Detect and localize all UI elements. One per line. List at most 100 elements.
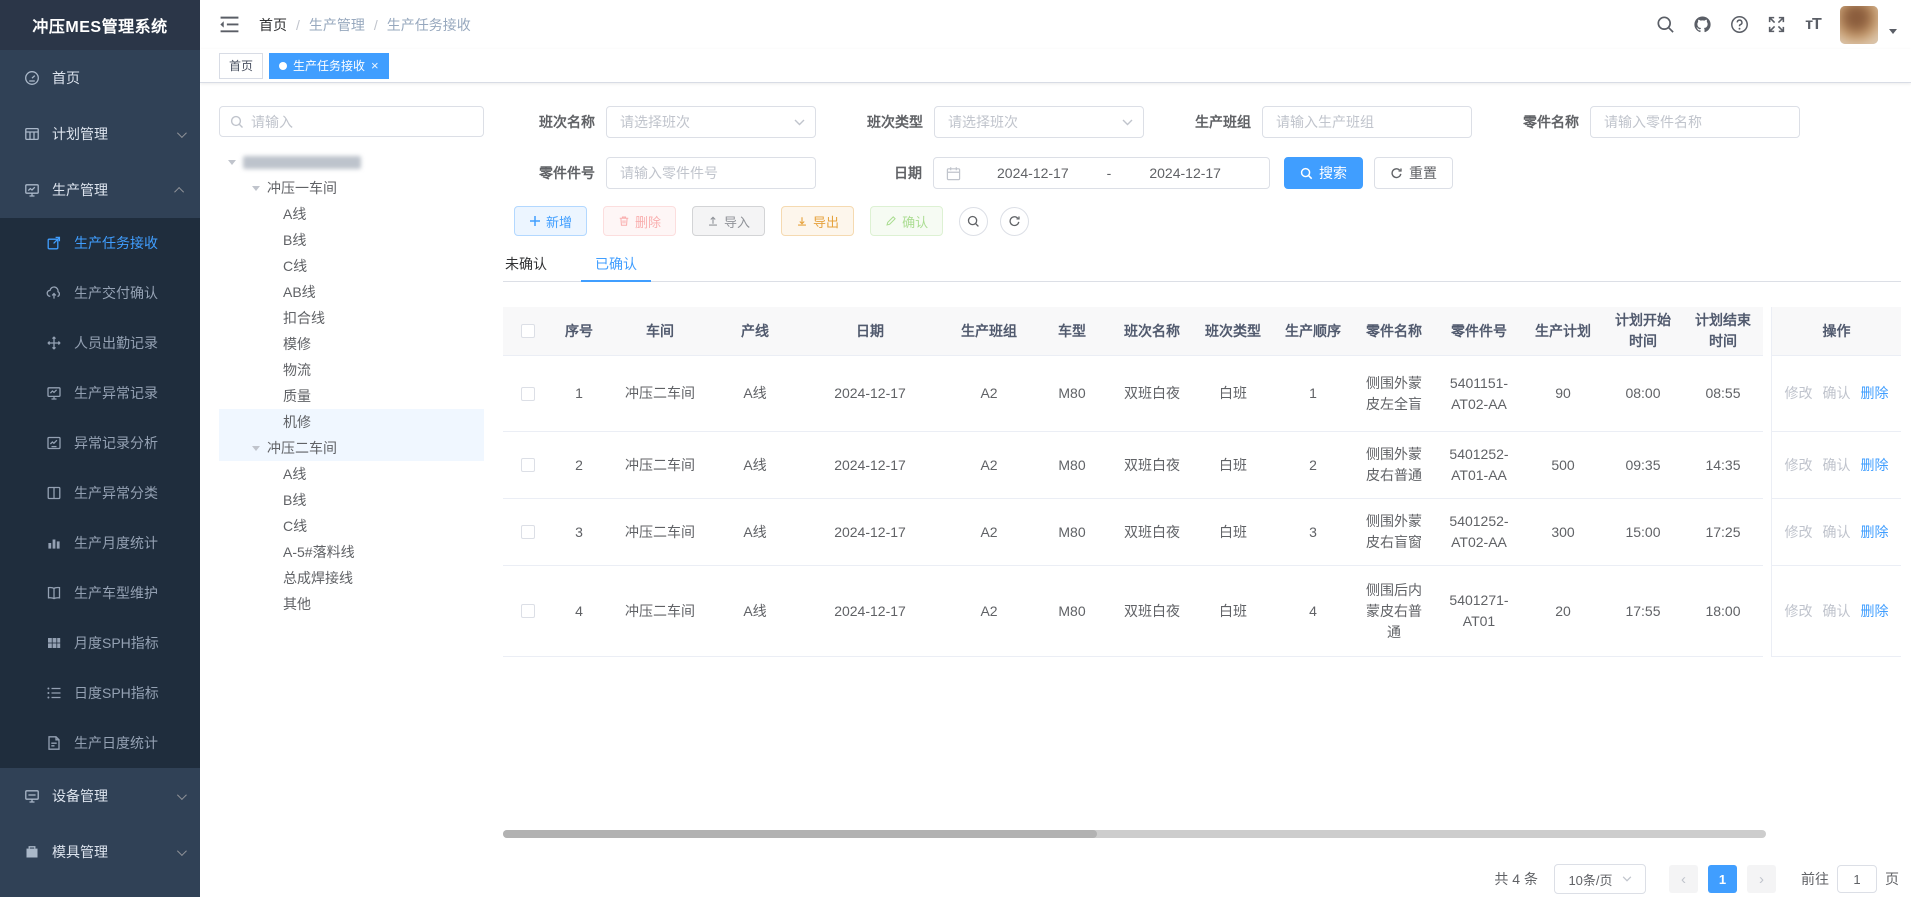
tree-node-line[interactable]: C线: [219, 513, 484, 539]
sidebar-item-attendance[interactable]: 人员出勤记录: [0, 318, 200, 368]
date-start[interactable]: 2024-12-17: [961, 165, 1105, 181]
filter-shift-name: 班次名称 请选择班次: [533, 106, 816, 138]
tree-node-line[interactable]: 总成焊接线: [219, 565, 484, 591]
sidebar-item-label: 生产交付确认: [74, 283, 158, 303]
help-icon[interactable]: [1729, 15, 1749, 35]
tree-node-line[interactable]: 质量: [219, 383, 484, 409]
tree-node-line[interactable]: 模修: [219, 331, 484, 357]
sidebar-item-daily-stats[interactable]: 生产日度统计: [0, 718, 200, 768]
search-icon[interactable]: [1655, 15, 1675, 35]
github-icon[interactable]: [1692, 15, 1712, 35]
sidebar-item-record-analysis[interactable]: 异常记录分析: [0, 418, 200, 468]
search-button[interactable]: 搜索: [1284, 157, 1363, 189]
row-checkbox[interactable]: [521, 387, 535, 401]
tab-unconfirmed[interactable]: 未确认: [503, 246, 549, 281]
tree-node-line[interactable]: 扣合线: [219, 305, 484, 331]
cell-part-name: 侧围外蒙皮右盲窗: [1353, 499, 1435, 566]
tree-node-line[interactable]: C线: [219, 253, 484, 279]
sidebar-item-plan-mgmt[interactable]: 计划管理: [0, 106, 200, 162]
tree-search-input[interactable]: [251, 114, 473, 130]
delete-link[interactable]: 删除: [1861, 455, 1889, 476]
horizontal-scrollbar-thumb[interactable]: [503, 830, 1097, 838]
part-no-input[interactable]: [607, 158, 815, 188]
caret-down-icon[interactable]: [228, 160, 236, 165]
goto-page-input[interactable]: [1837, 865, 1877, 893]
import-button[interactable]: 导入: [692, 206, 765, 236]
breadcrumb-home[interactable]: 首页: [259, 15, 287, 35]
confirm-link[interactable]: 确认: [1823, 383, 1851, 404]
sidebar-collapse-icon[interactable]: [219, 14, 240, 34]
current-page-button[interactable]: 1: [1708, 865, 1737, 893]
cell-order: 1: [1273, 356, 1353, 432]
sidebar-item-daily-sph[interactable]: 日度SPH指标: [0, 668, 200, 718]
caret-down-icon[interactable]: [252, 186, 260, 191]
tree-node-line[interactable]: A-5#落料线: [219, 539, 484, 565]
date-range-picker[interactable]: 2024-12-17 - 2024-12-17: [933, 157, 1270, 189]
sidebar-item-abnormal-record[interactable]: 生产异常记录: [0, 368, 200, 418]
sidebar: 冲压MES管理系统 首页 计划管理 生产管理 生产任务接收 生产交付确认: [0, 0, 200, 897]
delete-link[interactable]: 删除: [1861, 522, 1889, 543]
date-end[interactable]: 2024-12-17: [1113, 165, 1257, 181]
sidebar-item-delivery-confirm[interactable]: 生产交付确认: [0, 268, 200, 318]
delete-link[interactable]: 删除: [1861, 601, 1889, 622]
tree-node-line[interactable]: B线: [219, 227, 484, 253]
tree-node-label: A-5#落料线: [283, 542, 355, 562]
tree-node-workshop2[interactable]: 冲压二车间: [219, 435, 484, 461]
team-input[interactable]: [1263, 107, 1471, 137]
shift-name-select[interactable]: 请选择班次: [606, 106, 816, 138]
sidebar-item-equipment-mgmt[interactable]: 设备管理: [0, 768, 200, 824]
tag-task-receive[interactable]: 生产任务接收 ×: [269, 53, 389, 79]
tag-home[interactable]: 首页: [219, 53, 263, 79]
close-icon[interactable]: ×: [371, 59, 379, 72]
sidebar-item-monthly-stats[interactable]: 生产月度统计: [0, 518, 200, 568]
delete-button[interactable]: 删除: [603, 206, 676, 236]
edit-link[interactable]: 修改: [1785, 383, 1813, 404]
tree-node-line[interactable]: 其他: [219, 591, 484, 617]
tree-node-root[interactable]: [219, 149, 484, 175]
tree-node-line[interactable]: 物流: [219, 357, 484, 383]
avatar[interactable]: [1840, 6, 1878, 44]
prev-page-button[interactable]: ‹: [1669, 865, 1698, 893]
tree-node-line[interactable]: A线: [219, 201, 484, 227]
confirm-link[interactable]: 确认: [1823, 522, 1851, 543]
table-search-button[interactable]: [959, 207, 988, 236]
page-size-select[interactable]: 10条/页: [1554, 864, 1646, 894]
confirm-link[interactable]: 确认: [1823, 455, 1851, 476]
next-page-button[interactable]: ›: [1747, 865, 1776, 893]
confirm-link[interactable]: 确认: [1823, 601, 1851, 622]
edit-link[interactable]: 修改: [1785, 522, 1813, 543]
export-button[interactable]: 导出: [781, 206, 854, 236]
sidebar-item-production-mgmt[interactable]: 生产管理: [0, 162, 200, 218]
sidebar-item-home[interactable]: 首页: [0, 50, 200, 106]
horizontal-scrollbar[interactable]: [503, 830, 1766, 838]
reset-button[interactable]: 重置: [1374, 157, 1453, 189]
cell-end: 14:35: [1683, 432, 1763, 499]
tree-node-workshop1[interactable]: 冲压一车间: [219, 175, 484, 201]
sidebar-item-model-maintain[interactable]: 生产车型维护: [0, 568, 200, 618]
sidebar-item-task-receive[interactable]: 生产任务接收: [0, 218, 200, 268]
tree-node-line[interactable]: B线: [219, 487, 484, 513]
fullscreen-icon[interactable]: [1766, 15, 1786, 35]
row-checkbox[interactable]: [521, 525, 535, 539]
delete-link[interactable]: 删除: [1861, 383, 1889, 404]
tab-confirmed[interactable]: 已确认: [593, 246, 639, 281]
tree-node-line[interactable]: AB线: [219, 279, 484, 305]
confirm-button[interactable]: 确认: [870, 206, 943, 236]
avatar-caret-down-icon[interactable]: [1889, 29, 1897, 34]
sidebar-item-abnormal-class[interactable]: 生产异常分类: [0, 468, 200, 518]
caret-down-icon[interactable]: [252, 446, 260, 451]
shift-type-select[interactable]: 请选择班次: [934, 106, 1144, 138]
table-refresh-button[interactable]: [1000, 207, 1029, 236]
font-size-icon[interactable]: тT: [1803, 15, 1823, 35]
add-button[interactable]: 新增: [514, 206, 587, 236]
select-all-checkbox[interactable]: [521, 324, 535, 338]
sidebar-item-mold-mgmt[interactable]: 模具管理: [0, 824, 200, 880]
sidebar-item-monthly-sph[interactable]: 月度SPH指标: [0, 618, 200, 668]
part-name-input[interactable]: [1591, 107, 1799, 137]
row-checkbox[interactable]: [521, 458, 535, 472]
tree-node-line[interactable]: 机修: [219, 409, 484, 435]
edit-link[interactable]: 修改: [1785, 455, 1813, 476]
tree-node-line[interactable]: A线: [219, 461, 484, 487]
edit-link[interactable]: 修改: [1785, 601, 1813, 622]
row-checkbox[interactable]: [521, 604, 535, 618]
